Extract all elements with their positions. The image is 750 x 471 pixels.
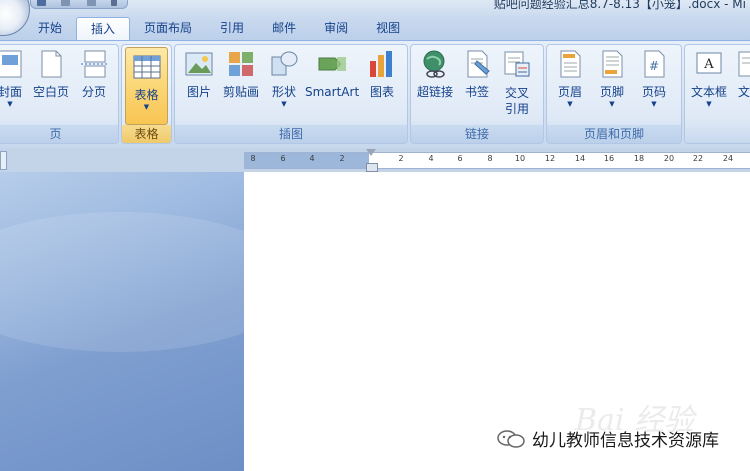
ruler-number: 4 xyxy=(428,154,434,163)
tab-page-layout[interactable]: 页面布局 xyxy=(130,17,206,39)
title-bar: 贴吧问题经验汇总8.7-8.13【小笼】.docx - Mi 开始 插入 页面布… xyxy=(0,0,750,41)
ruler-number: 8 xyxy=(250,154,256,163)
page-break-button[interactable]: 分页 xyxy=(79,49,109,100)
chart-button[interactable]: 图表 xyxy=(365,49,399,100)
ruler-number: 16 xyxy=(603,154,615,163)
wechat-icon xyxy=(496,429,526,449)
ruler-number: 6 xyxy=(457,154,463,163)
ribbon-tabs: 开始 插入 页面布局 引用 邮件 审阅 视图 xyxy=(24,17,414,41)
cross-reference-icon xyxy=(502,49,532,79)
picture-button[interactable]: 图片 xyxy=(183,49,215,100)
group-illustrations: 图片 剪贴画 形状 ▼ SmartArt 图表 插图 xyxy=(174,44,408,144)
tab-mailings[interactable]: 邮件 xyxy=(258,17,310,39)
horizontal-ruler[interactable]: 8 6 4 2 2 4 6 8 10 12 14 16 18 20 22 24 xyxy=(244,152,750,169)
left-indent-marker[interactable] xyxy=(366,163,378,172)
footer-brand: 幼儿教师信息技术资源库 xyxy=(496,426,719,451)
customize-chevron-icon[interactable] xyxy=(111,0,117,6)
document-parts-button[interactable]: 文档 xyxy=(735,49,750,100)
ruler-number: 8 xyxy=(487,154,493,163)
group-label-header-footer: 页眉和页脚 xyxy=(547,125,681,143)
footer-icon xyxy=(597,49,627,79)
ribbon: 封面 ▼ 空白页 分页 页 表格 ▼ 表格 图片 剪贴画 形状 ▼ SmartA… xyxy=(0,40,750,149)
clipart-icon xyxy=(226,49,256,79)
chevron-down-icon: ▼ xyxy=(567,100,573,108)
tab-references[interactable]: 引用 xyxy=(206,17,258,39)
header-button[interactable]: 页眉 ▼ xyxy=(553,49,587,109)
ruler-number: 6 xyxy=(280,154,286,163)
chevron-down-icon: ▼ xyxy=(7,100,13,108)
table-button[interactable]: 表格 ▼ xyxy=(125,47,168,125)
group-label-pages: 页 xyxy=(0,125,118,143)
tab-review[interactable]: 审阅 xyxy=(310,17,362,39)
group-pages: 封面 ▼ 空白页 分页 页 xyxy=(0,44,119,144)
group-label-links: 链接 xyxy=(411,125,543,143)
redo-icon[interactable] xyxy=(87,0,96,6)
undo-icon[interactable] xyxy=(61,0,70,6)
shapes-icon xyxy=(269,49,299,79)
first-line-indent-marker[interactable] xyxy=(366,149,376,156)
ruler-number: 4 xyxy=(309,154,315,163)
tab-home[interactable]: 开始 xyxy=(24,17,76,39)
ruler-number: 2 xyxy=(339,154,345,163)
ruler-number: 18 xyxy=(633,154,645,163)
cover-page-icon xyxy=(0,49,25,79)
cover-page-button[interactable]: 封面 ▼ xyxy=(0,49,25,109)
quick-access-toolbar xyxy=(30,0,128,9)
save-icon[interactable] xyxy=(37,0,46,6)
bookmark-icon xyxy=(462,49,492,79)
chevron-down-icon: ▼ xyxy=(609,100,615,108)
cross-reference-button[interactable]: 交叉 引用 xyxy=(499,49,535,117)
chevron-down-icon: ▼ xyxy=(143,103,150,111)
textbox-icon: A xyxy=(694,49,724,79)
ruler-number: 14 xyxy=(574,154,586,163)
group-tables: 表格 ▼ 表格 xyxy=(121,44,172,144)
textbox-button[interactable]: A 文本框 ▼ xyxy=(687,49,731,109)
chevron-down-icon: ▼ xyxy=(281,100,287,108)
smartart-button[interactable]: SmartArt xyxy=(305,49,359,100)
brand-text: 幼儿教师信息技术资源库 xyxy=(532,431,719,451)
tab-view[interactable]: 视图 xyxy=(362,17,414,39)
svg-text:A: A xyxy=(703,57,714,72)
ruler-margin xyxy=(244,153,369,168)
blank-page-button[interactable]: 空白页 xyxy=(31,49,71,100)
svg-text:#: # xyxy=(649,59,659,73)
group-label-tables: 表格 xyxy=(122,125,171,143)
group-links: 超链接 书签 交叉 引用 链接 xyxy=(410,44,544,144)
picture-icon xyxy=(184,49,214,79)
smartart-icon xyxy=(317,49,347,79)
group-header-footer: 页眉 ▼ 页脚 ▼ # 页码 ▼ 页眉和页脚 xyxy=(546,44,682,144)
document-title: 贴吧问题经验汇总8.7-8.13【小笼】.docx - Mi xyxy=(493,0,746,11)
shapes-button[interactable]: 形状 ▼ xyxy=(267,49,301,109)
hyperlink-icon xyxy=(420,49,450,79)
chevron-down-icon: ▼ xyxy=(706,100,712,108)
ruler-number: 2 xyxy=(398,154,404,163)
ruler-number: 24 xyxy=(722,154,734,163)
ruler-number: 22 xyxy=(692,154,704,163)
chart-icon xyxy=(367,49,397,79)
tab-insert[interactable]: 插入 xyxy=(76,17,131,41)
chevron-down-icon: ▼ xyxy=(651,100,657,108)
hyperlink-button[interactable]: 超链接 xyxy=(413,49,457,100)
tab-selector[interactable] xyxy=(0,151,7,170)
ruler-number: 12 xyxy=(544,154,556,163)
ruler-number: 10 xyxy=(514,154,526,163)
blank-page-icon xyxy=(36,49,66,79)
page-break-icon xyxy=(79,49,109,79)
bookmark-button[interactable]: 书签 xyxy=(461,49,493,100)
table-icon xyxy=(132,52,162,82)
page-number-icon: # xyxy=(639,49,669,79)
page-number-button[interactable]: # 页码 ▼ xyxy=(637,49,671,109)
clipart-button[interactable]: 剪贴画 xyxy=(221,49,261,100)
group-label-illustrations: 插图 xyxy=(175,125,407,143)
group-text: A 文本框 ▼ 文档 xyxy=(684,44,750,144)
header-icon xyxy=(555,49,585,79)
workspace-background xyxy=(0,172,300,471)
ruler-number: 20 xyxy=(663,154,675,163)
document-parts-icon xyxy=(735,49,750,79)
footer-button[interactable]: 页脚 ▼ xyxy=(595,49,629,109)
